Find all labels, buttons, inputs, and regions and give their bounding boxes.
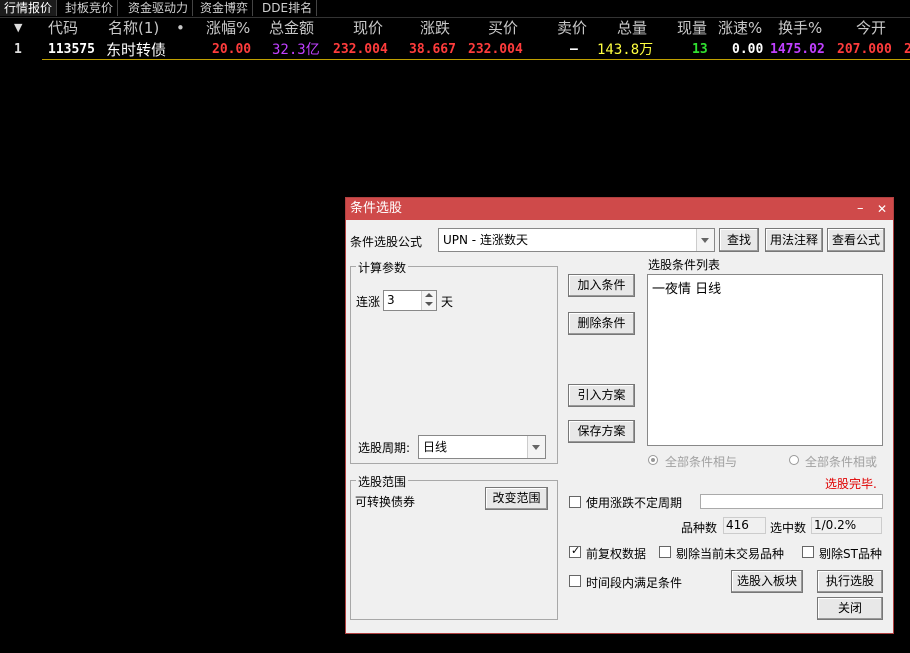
tab-fund-drive[interactable]: 资金驱动力 bbox=[124, 0, 194, 16]
exclude-st-checkbox[interactable] bbox=[802, 546, 814, 558]
scope-value: 可转换债券 bbox=[355, 495, 416, 509]
param-value: 3 bbox=[387, 293, 395, 307]
import-plan-button[interactable]: 引入方案 bbox=[568, 384, 635, 407]
row-index: 1 bbox=[14, 42, 22, 57]
tab-quotes[interactable]: 行情报价 bbox=[0, 0, 58, 16]
col-speed[interactable]: 涨速% bbox=[718, 18, 762, 38]
change-scope-button[interactable]: 改变范围 bbox=[485, 487, 548, 510]
selected-label: 选中数 bbox=[770, 521, 807, 535]
param-stepper[interactable]: 3 bbox=[383, 290, 437, 311]
exclude-untraded-checkbox[interactable] bbox=[659, 546, 671, 558]
radio-or-label: 全部条件相或 bbox=[805, 455, 878, 469]
pre-adjust-checkbox[interactable]: ✓ bbox=[569, 544, 581, 558]
scope-group-title: 选股范围 bbox=[356, 473, 409, 490]
period-select[interactable]: 日线 bbox=[418, 435, 546, 459]
row-volume: 143.8万 bbox=[597, 42, 654, 58]
close-icon[interactable]: ✕ bbox=[877, 198, 887, 220]
delete-condition-button[interactable]: 删除条件 bbox=[568, 312, 635, 335]
period-label: 选股周期: bbox=[358, 441, 411, 455]
to-block-button[interactable]: 选股入板块 bbox=[731, 570, 803, 593]
execute-button[interactable]: 执行选股 bbox=[817, 570, 883, 593]
col-dot: • bbox=[176, 19, 185, 37]
col-bid[interactable]: 买价 bbox=[488, 18, 518, 38]
row-open: 207.000 bbox=[837, 42, 892, 57]
row-amount: 32.3亿 bbox=[272, 42, 320, 58]
row-change: 38.667 bbox=[409, 42, 456, 57]
row-price: 232.004 bbox=[333, 42, 388, 57]
col-volume[interactable]: 总量 bbox=[617, 18, 647, 38]
col-open[interactable]: 今开 bbox=[856, 18, 886, 38]
row-ask: – bbox=[570, 42, 578, 57]
formula-label: 条件选股公式 bbox=[350, 235, 423, 249]
row-code: 113575 bbox=[48, 42, 95, 57]
minimize-icon[interactable]: – bbox=[857, 198, 864, 220]
param-unit: 天 bbox=[441, 295, 454, 309]
col-cur-volume[interactable]: 现量 bbox=[677, 18, 707, 38]
row-speed: 0.00 bbox=[732, 42, 764, 57]
tab-dde-rank[interactable]: DDE排名 bbox=[258, 0, 318, 16]
status-text: 选股完毕. bbox=[825, 477, 877, 491]
period-value: 日线 bbox=[423, 440, 448, 454]
col-code[interactable]: 代码 bbox=[48, 18, 78, 38]
close-button[interactable]: 关闭 bbox=[817, 597, 883, 620]
dialog-title: 条件选股 bbox=[350, 201, 403, 216]
radio-or[interactable] bbox=[789, 455, 799, 465]
variable-period-label: 使用涨跌不定周期 bbox=[586, 496, 683, 510]
param-label: 连涨 bbox=[356, 295, 381, 309]
tab-bar: 行情报价 封板竞价 资金驱动力 资金博弈 DDE排名 bbox=[0, 0, 910, 18]
view-formula-button[interactable]: 查看公式 bbox=[827, 228, 885, 252]
variable-period-checkbox[interactable] bbox=[569, 496, 581, 508]
stepper-arrows-icon[interactable] bbox=[421, 291, 436, 310]
row-overflow: 2 bbox=[904, 42, 910, 57]
condition-list-label: 选股条件列表 bbox=[648, 258, 721, 272]
usage-button[interactable]: 用法注释 bbox=[765, 228, 823, 252]
dialog-title-bar[interactable]: 条件选股 – ✕ bbox=[346, 198, 893, 220]
col-change[interactable]: 涨跌 bbox=[420, 18, 450, 38]
exclude-st-label: 剔除ST品种 bbox=[819, 547, 882, 561]
tab-auction[interactable]: 封板竞价 bbox=[61, 0, 119, 16]
list-item[interactable]: 一夜情 日线 bbox=[652, 278, 878, 297]
tab-fund-game[interactable]: 资金博弈 bbox=[196, 0, 254, 16]
sort-icon[interactable]: ▼ bbox=[14, 18, 22, 38]
condition-select-dialog: 条件选股 – ✕ 条件选股公式 UPN - 连涨数天 查找 用法注释 查看公式 … bbox=[345, 197, 894, 634]
row-turnover: 1475.02 bbox=[770, 42, 825, 57]
time-range-label: 时间段内满足条件 bbox=[586, 576, 683, 590]
save-plan-button[interactable]: 保存方案 bbox=[568, 420, 635, 443]
time-range-checkbox[interactable] bbox=[569, 575, 581, 587]
condition-list[interactable]: 一夜情 日线 bbox=[647, 274, 883, 446]
radio-and-label: 全部条件相与 bbox=[665, 455, 738, 469]
count-label: 品种数 bbox=[681, 521, 718, 535]
row-bid: 232.004 bbox=[468, 42, 523, 57]
col-amount[interactable]: 总金额 bbox=[269, 18, 314, 38]
selected-value: 1/0.2% bbox=[811, 517, 882, 534]
row-name: 东时转债 bbox=[106, 41, 167, 59]
variable-period-field[interactable] bbox=[700, 494, 883, 509]
chevron-down-icon[interactable] bbox=[696, 229, 714, 251]
row-cur-volume: 13 bbox=[692, 42, 708, 57]
col-ask[interactable]: 卖价 bbox=[557, 18, 587, 38]
count-value: 416 bbox=[723, 517, 766, 534]
formula-value: UPN - 连涨数天 bbox=[443, 233, 528, 247]
exclude-untraded-label: 剔除当前未交易品种 bbox=[676, 547, 785, 561]
params-group-title: 计算参数 bbox=[356, 259, 409, 276]
row-underline bbox=[42, 59, 910, 60]
col-change-pct[interactable]: 涨幅% bbox=[206, 18, 250, 38]
find-button[interactable]: 查找 bbox=[719, 228, 759, 252]
add-condition-button[interactable]: 加入条件 bbox=[568, 274, 635, 297]
col-price[interactable]: 现价 bbox=[353, 18, 383, 38]
checkmark-icon: ✓ bbox=[571, 544, 581, 557]
pre-adjust-label: 前复权数据 bbox=[586, 547, 647, 561]
chevron-down-icon[interactable] bbox=[527, 436, 545, 458]
col-turnover[interactable]: 换手% bbox=[778, 18, 822, 38]
formula-select[interactable]: UPN - 连涨数天 bbox=[438, 228, 715, 252]
col-name[interactable]: 名称(1) bbox=[108, 18, 159, 38]
radio-and[interactable] bbox=[648, 455, 658, 465]
row-change-pct: 20.00 bbox=[212, 42, 252, 57]
